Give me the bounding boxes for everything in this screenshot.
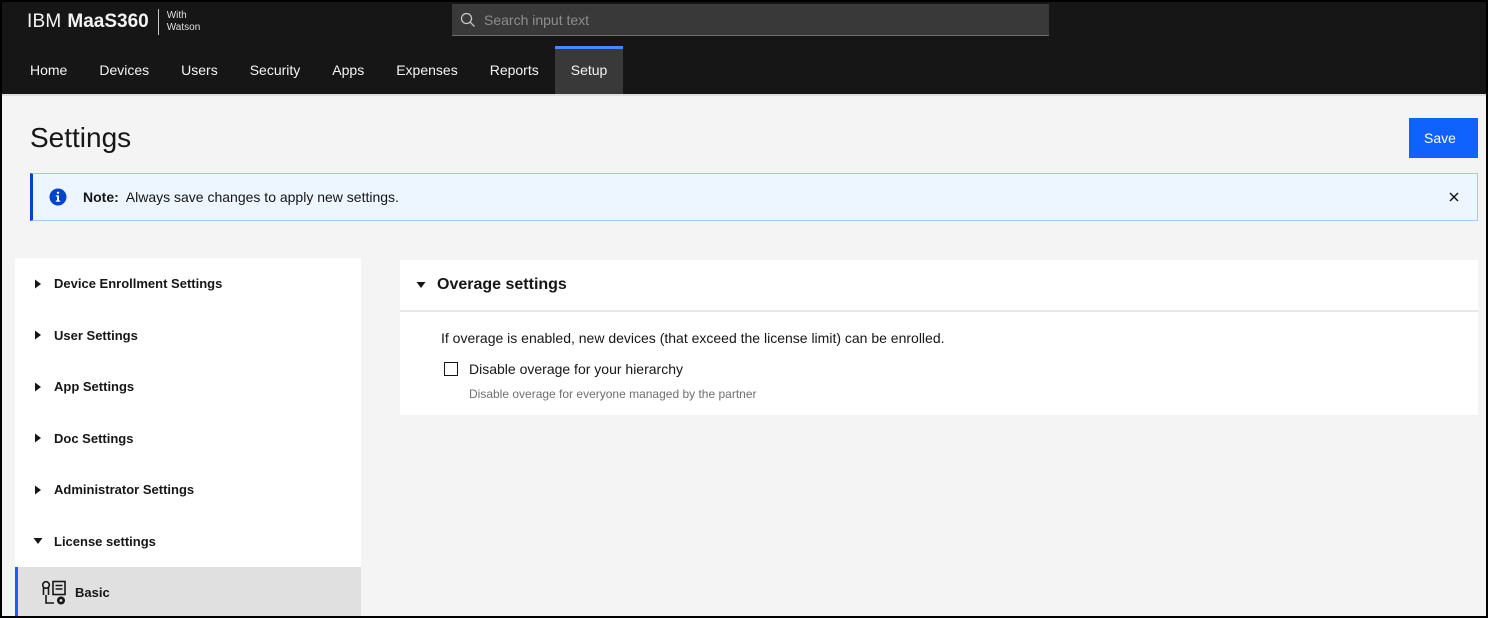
- nav-expenses[interactable]: Expenses: [380, 46, 473, 94]
- nav-setup[interactable]: Setup: [554, 46, 624, 94]
- brand-company: IBM: [27, 11, 62, 32]
- save-button[interactable]: Save: [1409, 118, 1478, 158]
- nav-apps[interactable]: Apps: [316, 46, 380, 94]
- sidebar-item-label: Doc Settings: [54, 430, 134, 446]
- license-settings-icon: [41, 580, 66, 604]
- sidebar-item-administrator-settings[interactable]: Administrator Settings: [15, 464, 361, 516]
- disable-overage-checkbox[interactable]: [444, 362, 458, 376]
- sidebar-item-user-settings[interactable]: User Settings: [15, 310, 361, 362]
- nav-devices[interactable]: Devices: [83, 46, 165, 94]
- notification-close-button[interactable]: [1445, 188, 1463, 206]
- main-nav: Home Devices Users Security Apps Expense…: [14, 46, 624, 94]
- overage-settings-panel: Overage settings If overage is enabled, …: [400, 260, 1478, 415]
- nav-home[interactable]: Home: [14, 46, 83, 94]
- brand-with-watson: With Watson: [166, 10, 201, 33]
- disable-overage-checkbox-row[interactable]: Disable overage for your hierarchy: [444, 361, 683, 377]
- search-icon: [460, 12, 475, 27]
- sidebar-item-label: User Settings: [54, 327, 138, 343]
- info-notification: Note: Always save changes to apply new s…: [30, 173, 1478, 221]
- nav-security[interactable]: Security: [234, 46, 317, 94]
- caret-right-icon: [35, 330, 41, 340]
- caret-right-icon: [35, 382, 41, 392]
- sidebar-item-device-enrollment[interactable]: Device Enrollment Settings: [15, 258, 361, 310]
- close-icon: [1449, 192, 1459, 202]
- nav-reports[interactable]: Reports: [474, 46, 555, 94]
- info-icon: [49, 188, 67, 206]
- caret-right-icon: [35, 485, 41, 495]
- sidebar-subitem-label: Basic: [75, 585, 110, 600]
- brand-divider: [157, 9, 159, 35]
- section-title: Overage settings: [437, 276, 567, 293]
- app-frame: IBM MaaS360 With Watson Home Devices Use…: [2, 2, 1486, 616]
- top-header: IBM MaaS360 With Watson Home Devices Use…: [2, 2, 1486, 94]
- overage-description: If overage is enabled, new devices (that…: [441, 330, 945, 346]
- caret-right-icon: [35, 279, 41, 289]
- caret-right-icon: [35, 433, 41, 443]
- overage-section-header[interactable]: Overage settings: [400, 260, 1478, 312]
- settings-sidebar: Device Enrollment Settings User Settings…: [15, 258, 361, 616]
- notification-title: Note:: [83, 189, 119, 205]
- sidebar-item-label: License settings: [54, 533, 156, 549]
- search-input[interactable]: [484, 4, 1049, 35]
- brand-product: MaaS360: [67, 11, 149, 32]
- checkbox-label: Disable overage for your hierarchy: [469, 361, 683, 377]
- caret-down-icon: [416, 282, 426, 288]
- sidebar-item-doc-settings[interactable]: Doc Settings: [15, 413, 361, 465]
- sidebar-item-label: App Settings: [54, 379, 135, 395]
- checkbox-helper-text: Disable overage for everyone managed by …: [469, 387, 757, 401]
- nav-users[interactable]: Users: [165, 46, 234, 94]
- sidebar-item-label: Administrator Settings: [54, 482, 195, 498]
- caret-down-icon: [33, 538, 43, 545]
- sidebar-item-license-settings[interactable]: License settings: [15, 516, 361, 568]
- brand-logo[interactable]: IBM MaaS360 With Watson: [27, 8, 207, 36]
- sidebar-subitem-basic[interactable]: Basic: [15, 567, 361, 616]
- page-title: Settings: [30, 122, 132, 153]
- sidebar-item-app-settings[interactable]: App Settings: [15, 361, 361, 413]
- notification-text: Always save changes to apply new setting…: [125, 189, 399, 205]
- sidebar-item-label: Device Enrollment Settings: [54, 276, 223, 292]
- header-divider: [2, 94, 1486, 96]
- global-search: [452, 4, 1049, 36]
